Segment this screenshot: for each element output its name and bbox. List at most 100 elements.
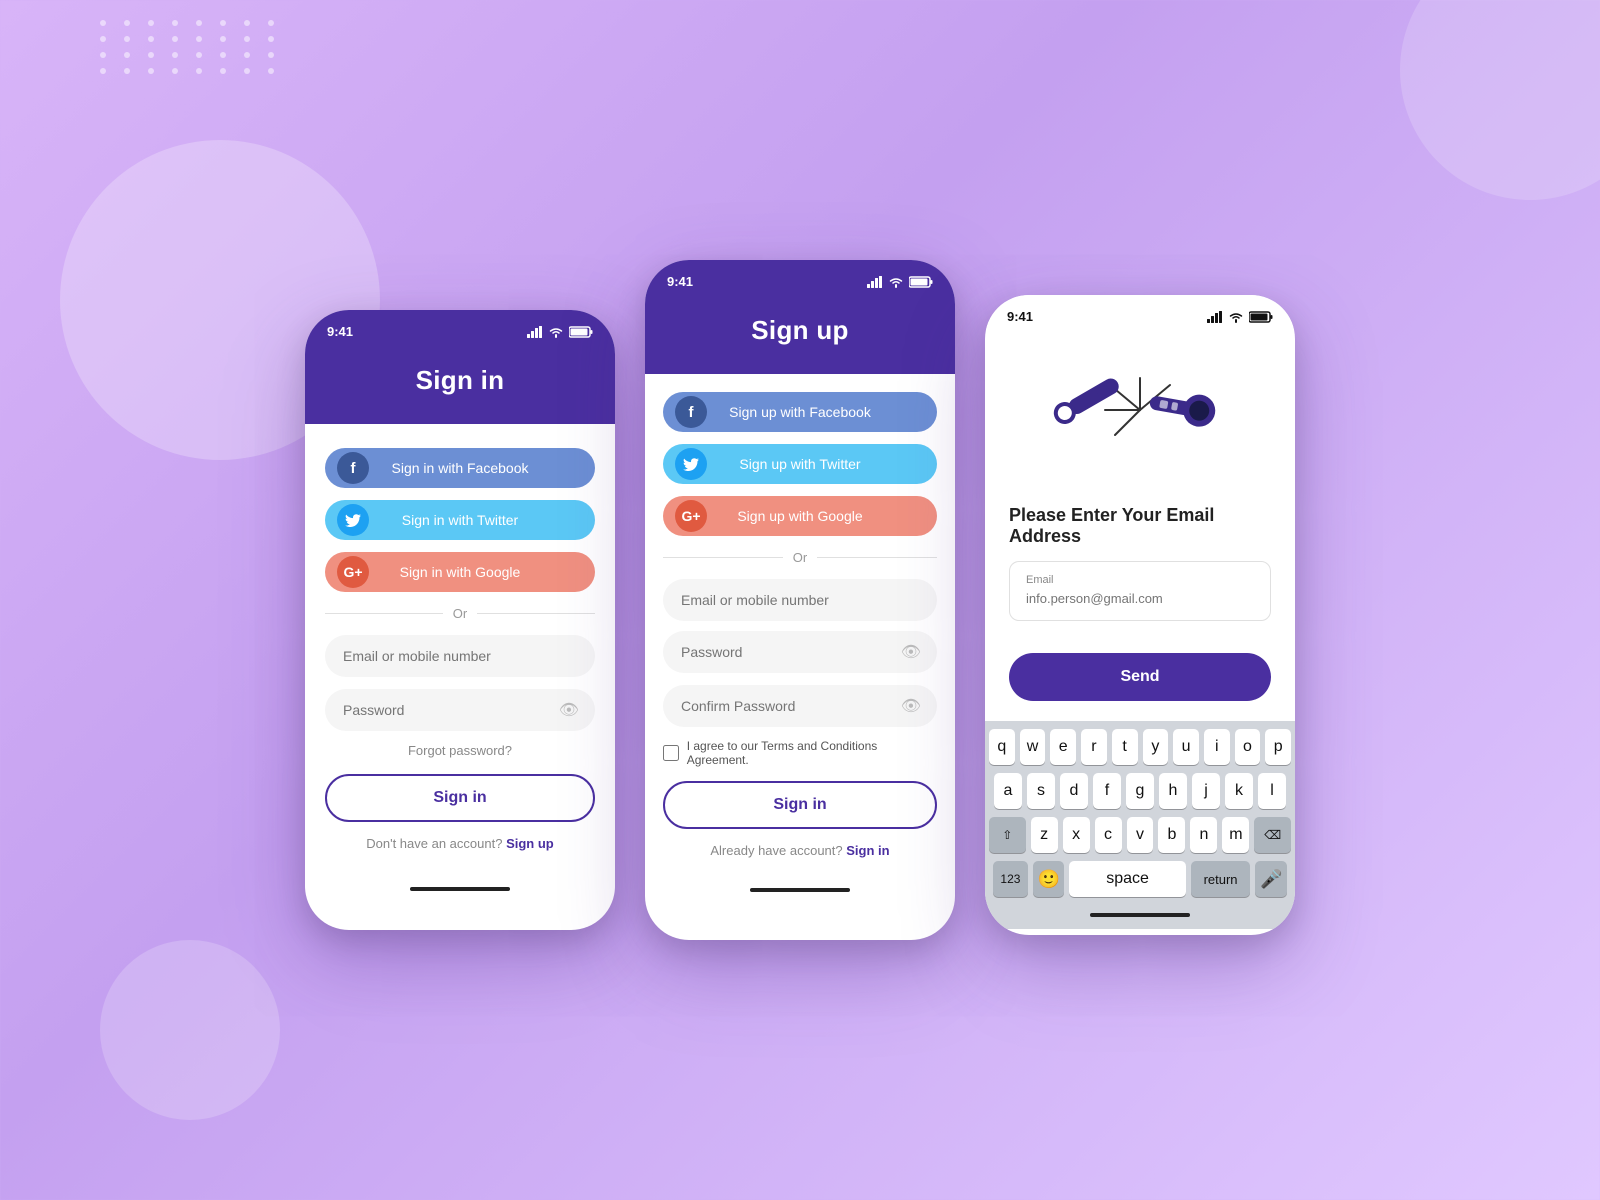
password-eye-icon-2[interactable]: 👁 [901, 642, 921, 662]
terms-checkbox[interactable] [663, 745, 679, 761]
key-i[interactable]: i [1204, 729, 1230, 765]
facebook-icon-2: f [675, 396, 707, 428]
key-s[interactable]: s [1027, 773, 1055, 809]
password-eye-icon-1[interactable]: 👁 [559, 700, 579, 720]
key-p[interactable]: p [1265, 729, 1291, 765]
key-f[interactable]: f [1093, 773, 1121, 809]
home-indicator-3 [1090, 913, 1190, 917]
confirm-eye-icon[interactable]: 👁 [901, 696, 921, 716]
mic-key[interactable]: 🎤 [1255, 861, 1287, 897]
email-input-1[interactable] [325, 635, 595, 677]
key-e[interactable]: e [1050, 729, 1076, 765]
signin-button[interactable]: Sign in [325, 774, 595, 822]
or-divider-2: Or [663, 550, 937, 565]
password-input-1[interactable] [325, 689, 595, 731]
signup-bottom-text: Already have account? Sign in [663, 843, 937, 858]
key-y[interactable]: y [1143, 729, 1169, 765]
email-field-label: Email [1026, 574, 1254, 586]
key-c[interactable]: c [1095, 817, 1122, 853]
key-illustration [985, 330, 1295, 505]
key-r[interactable]: r [1081, 729, 1107, 765]
key-t[interactable]: t [1112, 729, 1138, 765]
signup-body: f Sign up with Facebook Sign up with Twi… [645, 374, 955, 876]
key-q[interactable]: q [989, 729, 1015, 765]
signup-header: Sign up [645, 295, 955, 374]
battery-icon-1 [569, 326, 593, 338]
status-bar-1: 9:41 [305, 310, 615, 345]
key-l[interactable]: l [1258, 773, 1286, 809]
key-o[interactable]: o [1235, 729, 1261, 765]
confirm-password-input[interactable] [663, 685, 937, 727]
key-z[interactable]: z [1031, 817, 1058, 853]
return-key[interactable]: return [1191, 861, 1251, 897]
twitter-icon [337, 504, 369, 536]
password-input-2[interactable] [663, 631, 937, 673]
existing-signin-link[interactable]: Sign in [846, 843, 889, 858]
key-n[interactable]: n [1190, 817, 1217, 853]
key-m[interactable]: m [1222, 817, 1249, 853]
bg-circle-small [100, 940, 280, 1120]
home-indicator-1 [410, 887, 510, 891]
key-d[interactable]: d [1060, 773, 1088, 809]
already-account-text: Already have account? [710, 843, 842, 858]
signin-body: f Sign in with Facebook Sign in with Twi… [305, 424, 615, 875]
forgot-password-text: Forgot password? [408, 743, 512, 758]
signup-signin-button[interactable]: Sign in [663, 781, 937, 829]
facebook-signin-label: Sign in with Facebook [392, 460, 529, 476]
key-j[interactable]: j [1192, 773, 1220, 809]
google-signup-label: Sign up with Google [737, 508, 862, 524]
key-k[interactable]: k [1225, 773, 1253, 809]
terms-text: I agree to our Terms and Conditions Agre… [687, 739, 937, 767]
keyboard-row-3: ⇧ z x c v b n m ⌫ [989, 817, 1291, 853]
no-account-text: Don't have an account? [366, 836, 502, 851]
keyboard-bottom-bar [985, 901, 1295, 929]
facebook-signin-button[interactable]: f Sign in with Facebook [325, 448, 595, 488]
twitter-signin-label: Sign in with Twitter [402, 512, 518, 528]
signal-icon-1 [527, 326, 543, 338]
twitter-signup-button[interactable]: Sign up with Twitter [663, 444, 937, 484]
battery-icon-2 [909, 276, 933, 288]
time-1: 9:41 [327, 324, 353, 339]
forgot-password-link[interactable]: Forgot password? [325, 743, 595, 758]
signin-header: Sign in [305, 345, 615, 424]
num-key[interactable]: 123 [993, 861, 1028, 897]
email-section: Please Enter Your Email Address Email [985, 505, 1295, 653]
email-input-box[interactable]: Email [1009, 561, 1271, 621]
key-x[interactable]: x [1063, 817, 1090, 853]
twitter-signin-button[interactable]: Sign in with Twitter [325, 500, 595, 540]
email-input-2[interactable] [663, 579, 937, 621]
or-text-2: Or [793, 550, 807, 565]
space-key[interactable]: space [1069, 861, 1185, 897]
signup-link[interactable]: Sign up [506, 836, 554, 851]
facebook-signup-button[interactable]: f Sign up with Facebook [663, 392, 937, 432]
status-icons-2 [867, 276, 933, 288]
email-heading: Please Enter Your Email Address [1009, 505, 1271, 547]
key-b[interactable]: b [1158, 817, 1185, 853]
home-indicator-2 [750, 888, 850, 892]
shift-key[interactable]: ⇧ [989, 817, 1026, 853]
twitter-signup-label: Sign up with Twitter [739, 456, 860, 472]
status-bar-2: 9:41 [645, 260, 955, 295]
key-a[interactable]: a [994, 773, 1022, 809]
time-3: 9:41 [1007, 309, 1033, 324]
key-v[interactable]: v [1127, 817, 1154, 853]
google-signin-button[interactable]: G+ Sign in with Google [325, 552, 595, 592]
phones-container: 9:41 [305, 260, 1295, 940]
key-h[interactable]: h [1159, 773, 1187, 809]
bg-circle-top-right [1400, 0, 1600, 200]
emoji-key[interactable]: 🙂 [1033, 861, 1065, 897]
key-w[interactable]: w [1020, 729, 1046, 765]
google-icon-2: G+ [675, 500, 707, 532]
google-icon: G+ [337, 556, 369, 588]
keys-svg [1050, 360, 1230, 480]
google-signup-button[interactable]: G+ Sign up with Google [663, 496, 937, 536]
key-g[interactable]: g [1126, 773, 1154, 809]
signup-signin-label: Sign in [773, 796, 826, 813]
delete-key[interactable]: ⌫ [1254, 817, 1291, 853]
key-u[interactable]: u [1173, 729, 1199, 765]
wifi-icon-3 [1228, 311, 1244, 323]
or-text-1: Or [453, 606, 467, 621]
send-button[interactable]: Send [1009, 653, 1271, 701]
terms-row: I agree to our Terms and Conditions Agre… [663, 739, 937, 767]
email-field-input[interactable] [1026, 591, 1254, 606]
